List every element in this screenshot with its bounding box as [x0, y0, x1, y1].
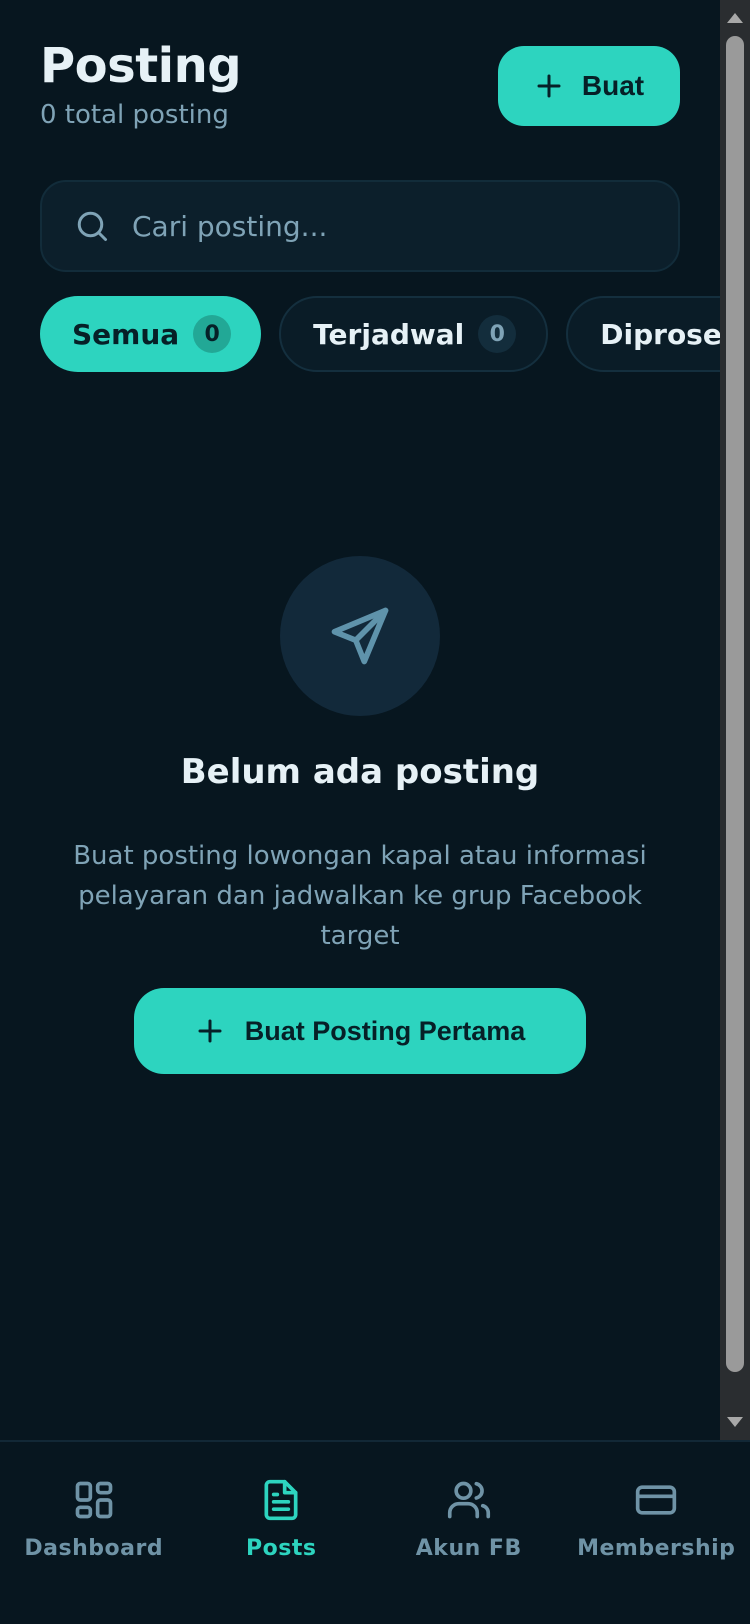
filter-tab-label: Terjadwal	[313, 317, 465, 351]
filter-tab-label: Diproses	[600, 317, 720, 351]
send-icon	[331, 607, 389, 665]
create-post-label: Buat	[581, 70, 645, 101]
posts-screen: Posting 0 total posting Buat Semua 0 T	[0, 0, 750, 1624]
scrollbar-thumb[interactable]	[726, 36, 744, 1372]
empty-state-title: Belum ada posting	[180, 752, 540, 792]
filter-tab-label: Semua	[72, 317, 180, 351]
users-icon	[447, 1481, 490, 1519]
create-first-post-label: Buat Posting Pertama	[244, 1015, 526, 1046]
nav-item-posts[interactable]: Posts	[188, 1442, 376, 1624]
plus-icon	[537, 74, 561, 98]
filter-tab-terjadwal[interactable]: Terjadwal 0	[279, 296, 549, 372]
nav-label: Dashboard	[24, 1536, 164, 1561]
filter-count-badge: 0	[478, 315, 517, 353]
main-content: Posting 0 total posting Buat Semua 0 T	[0, 0, 720, 1440]
filter-count-badge: 0	[193, 315, 232, 353]
plus-icon	[198, 1019, 222, 1043]
search-bar[interactable]	[40, 180, 680, 272]
document-icon	[264, 1479, 298, 1521]
nav-label: Posts	[246, 1536, 317, 1561]
scroll-down-arrow-icon[interactable]	[725, 1414, 745, 1430]
filter-tabs: Semua 0 Terjadwal 0 Diproses 0	[40, 296, 720, 372]
post-count-subtitle: 0 total posting	[40, 100, 229, 130]
empty-state-description: Buat posting lowongan kapal atau informa…	[73, 841, 647, 951]
nav-item-membership[interactable]: Membership	[563, 1442, 750, 1624]
scroll-up-arrow-icon[interactable]	[725, 10, 745, 26]
search-icon	[77, 211, 107, 241]
credit-card-icon	[636, 1485, 677, 1515]
nav-label: Akun FB	[415, 1536, 522, 1561]
dashboard-icon	[75, 1481, 113, 1519]
page-header: Posting 0 total posting	[40, 38, 242, 130]
page-title: Posting	[40, 38, 242, 94]
filter-tab-diproses[interactable]: Diproses 0	[566, 296, 720, 372]
nav-item-dashboard[interactable]: Dashboard	[0, 1442, 188, 1624]
nav-label: Membership	[577, 1536, 736, 1561]
bottom-navigation: Dashboard Posts Akun FB Membership	[0, 1440, 750, 1624]
filter-tab-semua[interactable]: Semua 0	[40, 296, 262, 372]
scrollbar[interactable]	[720, 0, 750, 1440]
create-first-post-button[interactable]: Buat Posting Pertama	[134, 988, 586, 1074]
empty-state-icon-circle	[280, 556, 440, 716]
nav-item-akun-fb[interactable]: Akun FB	[375, 1442, 563, 1624]
create-post-button[interactable]: Buat	[498, 46, 680, 126]
search-input[interactable]	[132, 209, 678, 243]
